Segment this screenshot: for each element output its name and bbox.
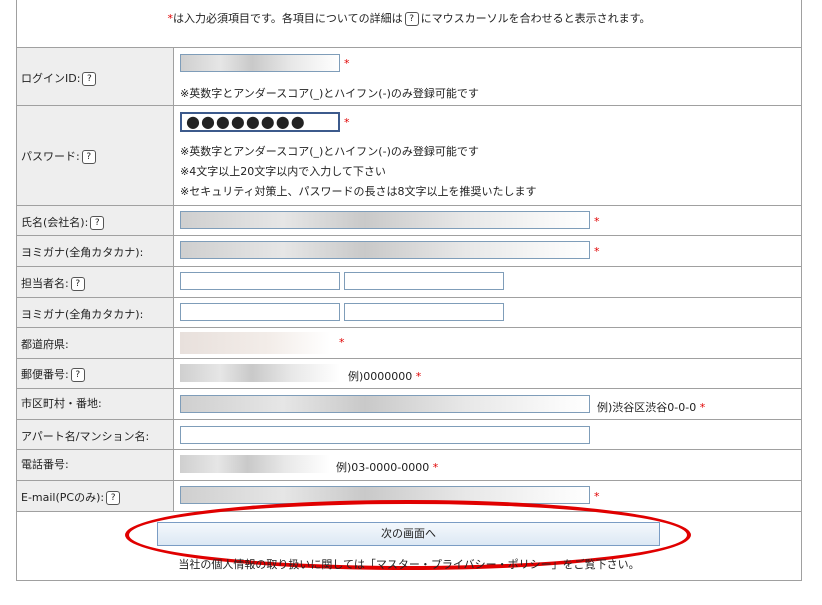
contact-last-kana-input[interactable] — [180, 303, 340, 321]
contact-last-name-input[interactable] — [180, 272, 340, 290]
contact-first-kana-input[interactable] — [344, 303, 504, 321]
required-mark: * — [344, 57, 350, 70]
email-label: E-mail(PCのみ): — [21, 491, 105, 504]
prefecture-label: 都道府県: — [21, 338, 69, 351]
postal-example: 例)0000000 * — [348, 370, 422, 383]
postal-label: 郵便番号: — [21, 368, 69, 381]
privacy-policy-notice: 当社の個人情報の取り扱いに関しては「マスター・プライバシー・ポリシー」をご覧下さ… — [178, 558, 640, 571]
row-name-kana: ヨミガナ(全角カタカナ): * — [17, 235, 801, 267]
required-fields-notice: *は入力必須項目です。各項目についての詳細は? にマウスカーソルを合わせると表示さ… — [167, 12, 651, 26]
required-mark: * — [594, 215, 600, 228]
row-contact-kana: ヨミガナ(全角カタカナ): — [17, 297, 801, 328]
password-note: ※4文字以上20文字以内で入力して下さい — [180, 165, 386, 178]
name-kana-label: ヨミガナ(全角カタカナ): — [21, 246, 144, 259]
apartment-input[interactable] — [180, 426, 590, 444]
row-login-id: ログインID:? * ※英数字とアンダースコア(_)とハイフン(-)のみ登録可能… — [17, 47, 801, 106]
row-prefecture: 都道府県: * — [17, 327, 801, 359]
required-mark: * — [344, 116, 350, 129]
phone-input[interactable] — [180, 455, 330, 473]
password-label: パスワード: — [21, 150, 80, 163]
required-mark: * — [594, 490, 600, 503]
row-postal: 郵便番号:? 例)0000000 * — [17, 358, 801, 389]
row-password: パスワード:? ●●●●●●●● * ※英数字とアンダースコア(_)とハイフン(… — [17, 105, 801, 206]
password-note: ※セキュリティ対策上、パスワードの長さは8文字以上を推奨いたします — [180, 185, 537, 198]
help-icon[interactable]: ? — [70, 368, 85, 382]
phone-label: 電話番号: — [21, 458, 69, 471]
required-mark: * — [339, 336, 345, 349]
prefecture-select[interactable] — [180, 332, 330, 354]
name-input[interactable] — [180, 211, 590, 229]
login-id-input[interactable] — [180, 54, 340, 72]
row-city: 市区町村・番地: 例)渋谷区渋谷0-0-0 * — [17, 388, 801, 420]
name-kana-input[interactable] — [180, 241, 590, 259]
contact-first-name-input[interactable] — [344, 272, 504, 290]
phone-example: 例)03-0000-0000 * — [336, 461, 439, 474]
registration-form: *は入力必須項目です。各項目についての詳細は? にマウスカーソルを合わせると表示さ… — [16, 0, 802, 581]
city-example: 例)渋谷区渋谷0-0-0 * — [597, 401, 706, 414]
contact-label: 担当者名: — [21, 277, 69, 290]
name-label: 氏名(会社名): — [21, 216, 89, 229]
help-icon[interactable]: ? — [81, 150, 96, 164]
help-icon[interactable]: ? — [106, 491, 121, 505]
password-input[interactable]: ●●●●●●●● — [180, 112, 340, 132]
contact-kana-label: ヨミガナ(全角カタカナ): — [21, 308, 144, 321]
row-contact: 担当者名:? — [17, 266, 801, 298]
password-note: ※英数字とアンダースコア(_)とハイフン(-)のみ登録可能です — [180, 145, 479, 158]
help-icon: ? — [404, 12, 419, 26]
row-phone: 電話番号: 例)03-0000-0000 * — [17, 449, 801, 481]
required-mark: * — [594, 245, 600, 258]
login-id-label: ログインID: — [21, 72, 81, 85]
row-apartment: アパート名/マンション名: — [17, 419, 801, 450]
help-icon[interactable]: ? — [90, 216, 105, 230]
help-icon[interactable]: ? — [70, 277, 85, 291]
help-icon[interactable]: ? — [82, 72, 97, 86]
row-name: 氏名(会社名):? * — [17, 205, 801, 236]
apartment-label: アパート名/マンション名: — [21, 430, 150, 443]
city-input[interactable] — [180, 395, 590, 413]
city-label: 市区町村・番地: — [21, 397, 102, 410]
login-id-note: ※英数字とアンダースコア(_)とハイフン(-)のみ登録可能です — [180, 87, 479, 100]
postal-input[interactable] — [180, 364, 340, 382]
